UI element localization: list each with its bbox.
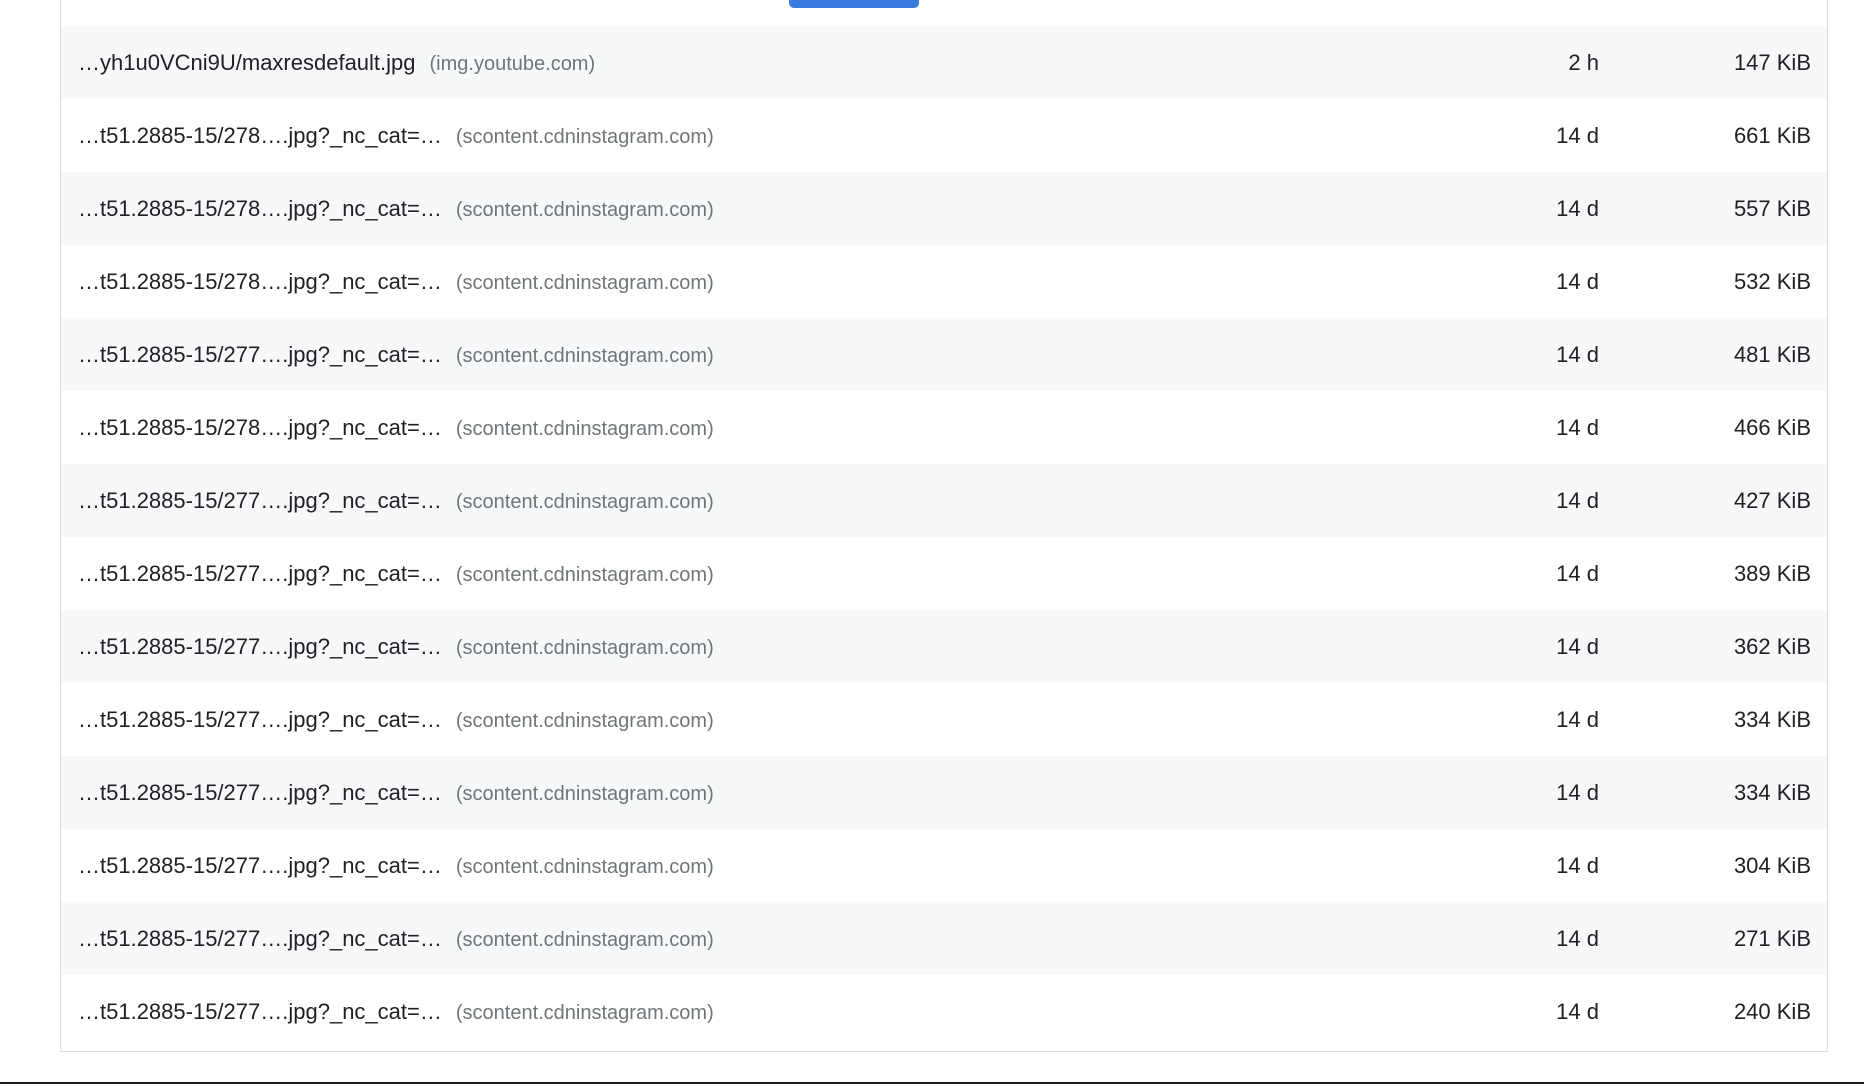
resource-url-cell: …t51.2885-15/278….jpg?_nc_cat=… (scontent… bbox=[78, 415, 714, 441]
resource-url-link[interactable]: …t51.2885-15/278….jpg?_nc_cat=… bbox=[78, 123, 442, 148]
cache-ttl-cell: 14 d bbox=[1556, 341, 1599, 367]
transfer-size-cell: 240 KiB bbox=[1733, 998, 1811, 1024]
resource-host: (scontent.cdninstagram.com) bbox=[455, 563, 714, 586]
resource-url-cell: …t51.2885-15/277….jpg?_nc_cat=… (scontent… bbox=[78, 342, 714, 368]
cache-ttl-cell: 14 d bbox=[1556, 195, 1599, 221]
resource-url-link[interactable]: …t51.2885-15/277….jpg?_nc_cat=… bbox=[78, 780, 442, 805]
resource-url-link[interactable]: …t51.2885-15/277….jpg?_nc_cat=… bbox=[78, 926, 442, 951]
resource-host: (img.youtube.com) bbox=[429, 52, 596, 75]
table-row: …t51.2885-15/277….jpg?_nc_cat=… (scontent… bbox=[61, 829, 1827, 902]
resource-host: (scontent.cdninstagram.com) bbox=[455, 417, 714, 440]
resource-host: (scontent.cdninstagram.com) bbox=[455, 782, 714, 805]
cache-ttl-cell: 14 d bbox=[1556, 779, 1599, 805]
cache-ttl-cell: 14 d bbox=[1556, 925, 1599, 951]
table-row: …t51.2885-15/278….jpg?_nc_cat=… (scontent… bbox=[61, 391, 1827, 464]
table-row: …t51.2885-15/277….jpg?_nc_cat=… (scontent… bbox=[61, 464, 1827, 537]
transfer-size-cell: 147 KiB bbox=[1733, 49, 1811, 75]
cache-resources-table: …yh1u0VCni9U/maxresdefault.jpg (img.youtu… bbox=[60, 0, 1828, 1052]
table-row: …t51.2885-15/277….jpg?_nc_cat=… (scontent… bbox=[61, 902, 1827, 975]
resource-url-cell: …t51.2885-15/277….jpg?_nc_cat=… (scontent… bbox=[78, 926, 714, 952]
transfer-size-cell: 427 KiB bbox=[1733, 487, 1811, 513]
table-row: …t51.2885-15/277….jpg?_nc_cat=… (scontent… bbox=[61, 318, 1827, 391]
resource-url-cell: …t51.2885-15/278….jpg?_nc_cat=… (scontent… bbox=[78, 269, 714, 295]
resource-url-cell: …t51.2885-15/277….jpg?_nc_cat=… (scontent… bbox=[78, 780, 714, 806]
resource-host: (scontent.cdninstagram.com) bbox=[455, 1001, 714, 1024]
cache-ttl-cell: 14 d bbox=[1556, 268, 1599, 294]
transfer-size-cell: 557 KiB bbox=[1733, 195, 1811, 221]
cache-ttl-cell: 14 d bbox=[1556, 122, 1599, 148]
resource-url-link[interactable]: …t51.2885-15/277….jpg?_nc_cat=… bbox=[78, 634, 442, 659]
table-row: …t51.2885-15/277….jpg?_nc_cat=… (scontent… bbox=[61, 537, 1827, 610]
resource-host: (scontent.cdninstagram.com) bbox=[455, 490, 714, 513]
transfer-size-cell: 334 KiB bbox=[1733, 779, 1811, 805]
resource-url-cell: …t51.2885-15/277….jpg?_nc_cat=… (scontent… bbox=[78, 488, 714, 514]
resource-url-link[interactable]: …t51.2885-15/277….jpg?_nc_cat=… bbox=[78, 561, 442, 586]
resource-host: (scontent.cdninstagram.com) bbox=[455, 709, 714, 732]
page: …yh1u0VCni9U/maxresdefault.jpg (img.youtu… bbox=[0, 0, 1864, 1084]
resource-url-link[interactable]: …t51.2885-15/277….jpg?_nc_cat=… bbox=[78, 707, 442, 732]
transfer-size-cell: 362 KiB bbox=[1733, 633, 1811, 659]
transfer-size-cell: 389 KiB bbox=[1733, 560, 1811, 586]
transfer-size-cell: 661 KiB bbox=[1733, 122, 1811, 148]
resource-host: (scontent.cdninstagram.com) bbox=[455, 928, 714, 951]
resource-url-cell: …t51.2885-15/277….jpg?_nc_cat=… (scontent… bbox=[78, 999, 714, 1025]
resource-host: (scontent.cdninstagram.com) bbox=[455, 855, 714, 878]
table-row: …t51.2885-15/277….jpg?_nc_cat=… (scontent… bbox=[61, 975, 1827, 1048]
resource-url-link[interactable]: …t51.2885-15/277….jpg?_nc_cat=… bbox=[78, 488, 442, 513]
resource-host: (scontent.cdninstagram.com) bbox=[455, 198, 714, 221]
cache-ttl-cell: 14 d bbox=[1556, 852, 1599, 878]
resource-host: (scontent.cdninstagram.com) bbox=[455, 344, 714, 367]
cache-ttl-cell: 14 d bbox=[1556, 487, 1599, 513]
table-body: …yh1u0VCni9U/maxresdefault.jpg (img.youtu… bbox=[61, 26, 1827, 1048]
transfer-size-cell: 466 KiB bbox=[1733, 414, 1811, 440]
resource-host: (scontent.cdninstagram.com) bbox=[455, 636, 714, 659]
cache-ttl-cell: 14 d bbox=[1556, 414, 1599, 440]
resource-url-link[interactable]: …t51.2885-15/277….jpg?_nc_cat=… bbox=[78, 999, 442, 1024]
resource-url-cell: …t51.2885-15/277….jpg?_nc_cat=… (scontent… bbox=[78, 853, 714, 879]
resource-url-cell: …t51.2885-15/277….jpg?_nc_cat=… (scontent… bbox=[78, 707, 714, 733]
table-row: …t51.2885-15/278….jpg?_nc_cat=… (scontent… bbox=[61, 99, 1827, 172]
table-row: …t51.2885-15/277….jpg?_nc_cat=… (scontent… bbox=[61, 756, 1827, 829]
resource-url-cell: …yh1u0VCni9U/maxresdefault.jpg (img.youtu… bbox=[78, 50, 595, 76]
transfer-size-cell: 304 KiB bbox=[1733, 852, 1811, 878]
resource-url-link[interactable]: …t51.2885-15/277….jpg?_nc_cat=… bbox=[78, 853, 442, 878]
cache-ttl-cell: 2 h bbox=[1568, 49, 1599, 75]
transfer-size-cell: 532 KiB bbox=[1733, 268, 1811, 294]
table-row: …yh1u0VCni9U/maxresdefault.jpg (img.youtu… bbox=[61, 26, 1827, 99]
resource-url-link[interactable]: …t51.2885-15/278….jpg?_nc_cat=… bbox=[78, 415, 442, 440]
cache-ttl-cell: 14 d bbox=[1556, 706, 1599, 732]
resource-url-cell: …t51.2885-15/277….jpg?_nc_cat=… (scontent… bbox=[78, 561, 714, 587]
active-tab-indicator bbox=[789, 0, 919, 8]
transfer-size-cell: 334 KiB bbox=[1733, 706, 1811, 732]
table-row: …t51.2885-15/277….jpg?_nc_cat=… (scontent… bbox=[61, 683, 1827, 756]
resource-url-link[interactable]: …t51.2885-15/278….jpg?_nc_cat=… bbox=[78, 269, 442, 294]
resource-url-cell: …t51.2885-15/277….jpg?_nc_cat=… (scontent… bbox=[78, 634, 714, 660]
resource-host: (scontent.cdninstagram.com) bbox=[455, 125, 714, 148]
transfer-size-cell: 481 KiB bbox=[1733, 341, 1811, 367]
resource-url-cell: …t51.2885-15/278….jpg?_nc_cat=… (scontent… bbox=[78, 196, 714, 222]
table-row: …t51.2885-15/278….jpg?_nc_cat=… (scontent… bbox=[61, 172, 1827, 245]
resource-url-link[interactable]: …yh1u0VCni9U/maxresdefault.jpg bbox=[78, 50, 416, 75]
cache-ttl-cell: 14 d bbox=[1556, 998, 1599, 1024]
table-row: …t51.2885-15/278….jpg?_nc_cat=… (scontent… bbox=[61, 245, 1827, 318]
resource-url-link[interactable]: …t51.2885-15/278….jpg?_nc_cat=… bbox=[78, 196, 442, 221]
resource-host: (scontent.cdninstagram.com) bbox=[455, 271, 714, 294]
resource-url-link[interactable]: …t51.2885-15/277….jpg?_nc_cat=… bbox=[78, 342, 442, 367]
resource-url-cell: …t51.2885-15/278….jpg?_nc_cat=… (scontent… bbox=[78, 123, 714, 149]
table-row: …t51.2885-15/277….jpg?_nc_cat=… (scontent… bbox=[61, 610, 1827, 683]
cache-ttl-cell: 14 d bbox=[1556, 633, 1599, 659]
transfer-size-cell: 271 KiB bbox=[1733, 925, 1811, 951]
cache-ttl-cell: 14 d bbox=[1556, 560, 1599, 586]
